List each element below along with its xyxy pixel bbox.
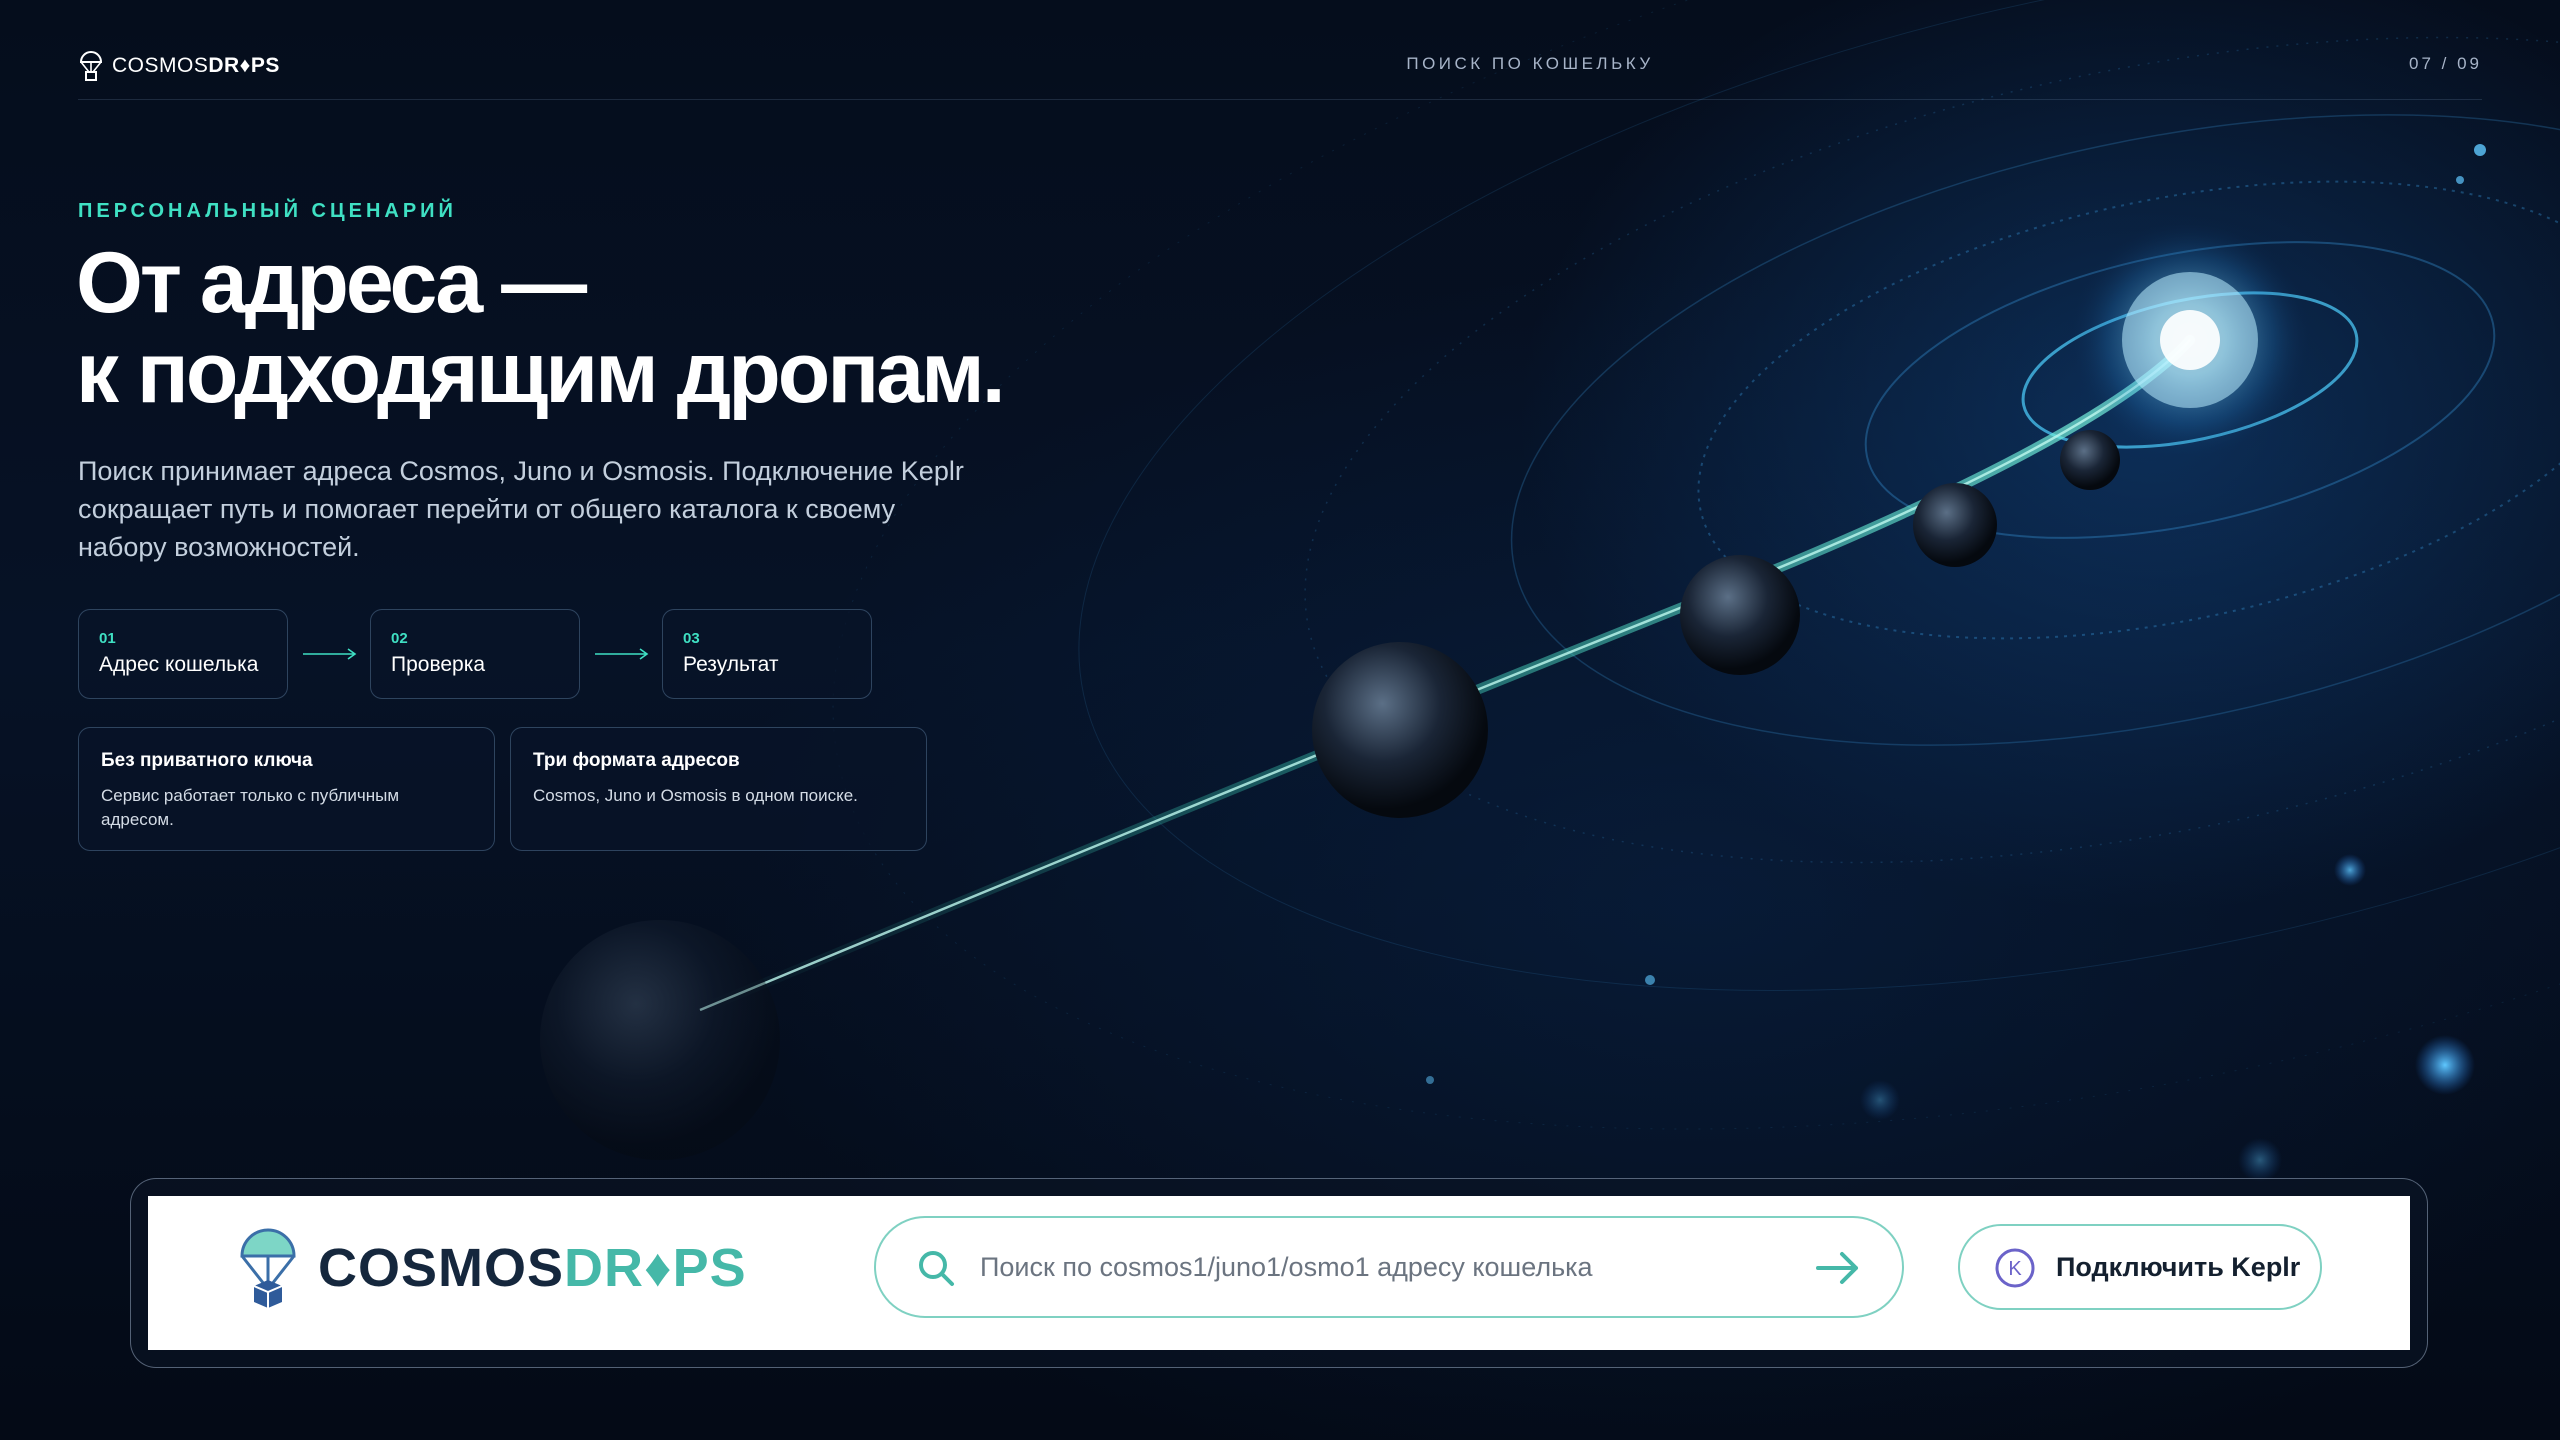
svg-text:K: K xyxy=(2008,1258,2022,1280)
step-label: Результат xyxy=(683,653,779,676)
search-bar-panel: COSMOSDR♦PS K Подключить Keplr xyxy=(148,1196,2410,1350)
step-label: Адрес кошелька xyxy=(99,653,259,676)
step-label: Проверка xyxy=(391,653,486,676)
step-card-2: 02 Проверка xyxy=(370,609,580,699)
card-title: Три формата адресов xyxy=(533,750,740,771)
headline-line-1: От адреса — xyxy=(76,235,587,331)
arrow-right-icon xyxy=(595,648,649,660)
connect-keplr-label: Подключить Keplr xyxy=(2056,1252,2301,1282)
top-header: COSMOSDR♦PS ПОИСК ПО КОШЕЛЬКУ 07 / 09 xyxy=(78,48,2482,100)
page-background: COSMOSDR♦PS ПОИСК ПО КОШЕЛЬКУ 07 / 09 ПЕ… xyxy=(0,0,2560,1440)
parachute-drop-icon xyxy=(79,51,103,81)
step-number: 02 xyxy=(391,630,408,647)
card-text: Сервис работает только с публичным адрес… xyxy=(101,786,400,829)
arrow-right-icon[interactable] xyxy=(1814,1248,1862,1288)
brand-name: COSMOSDR♦PS xyxy=(112,54,280,77)
card-title: Без приватного ключа xyxy=(101,750,313,771)
step-arrow xyxy=(580,609,662,699)
eyebrow-label: ПЕРСОНАЛЬНЫЙ СЦЕНАРИЙ xyxy=(78,200,457,222)
parachute-drop-icon xyxy=(240,1228,296,1308)
brand-logo[interactable]: COSMOSDR♦PS xyxy=(78,50,280,82)
connect-keplr-button[interactable]: K Подключить Keplr xyxy=(1958,1224,2322,1310)
step-card-1: 01 Адрес кошелька xyxy=(78,609,288,699)
info-cards: Без приватного ключа Сервис работает тол… xyxy=(78,727,927,851)
wallet-search-field[interactable] xyxy=(874,1216,1904,1318)
info-card-private-key: Без приватного ключа Сервис работает тол… xyxy=(78,727,495,851)
section-title: ПОИСК ПО КОШЕЛЬКУ xyxy=(1406,54,1654,73)
search-icon xyxy=(919,1251,954,1286)
step-number: 03 xyxy=(683,630,700,647)
steps-row: 01 Адрес кошелька 02 Проверка 03 Результ… xyxy=(78,609,872,699)
headline-line-2: к подходящим дропам. xyxy=(76,325,1006,421)
step-arrow xyxy=(288,609,370,699)
info-card-address-formats: Три формата адресов Cosmos, Juno и Osmos… xyxy=(510,727,927,851)
card-text: Cosmos, Juno и Osmosis в одном поиске. xyxy=(533,786,858,805)
bar-logo[interactable]: COSMOSDR♦PS xyxy=(236,1226,747,1310)
keplr-k-icon: K xyxy=(1995,1248,2035,1288)
search-input[interactable] xyxy=(980,1246,1800,1288)
step-card-3: 03 Результат xyxy=(662,609,872,699)
page-counter: 07 / 09 xyxy=(2409,54,2482,73)
bar-logo-text: COSMOSDR♦PS xyxy=(318,1238,747,1298)
lead-paragraph: Поиск принимает адреса Cosmos, Juno и Os… xyxy=(78,456,964,562)
arrow-right-icon xyxy=(303,648,357,660)
step-number: 01 xyxy=(99,630,116,647)
page-headline: От адреса — к подходящим дропам. xyxy=(76,235,1006,421)
